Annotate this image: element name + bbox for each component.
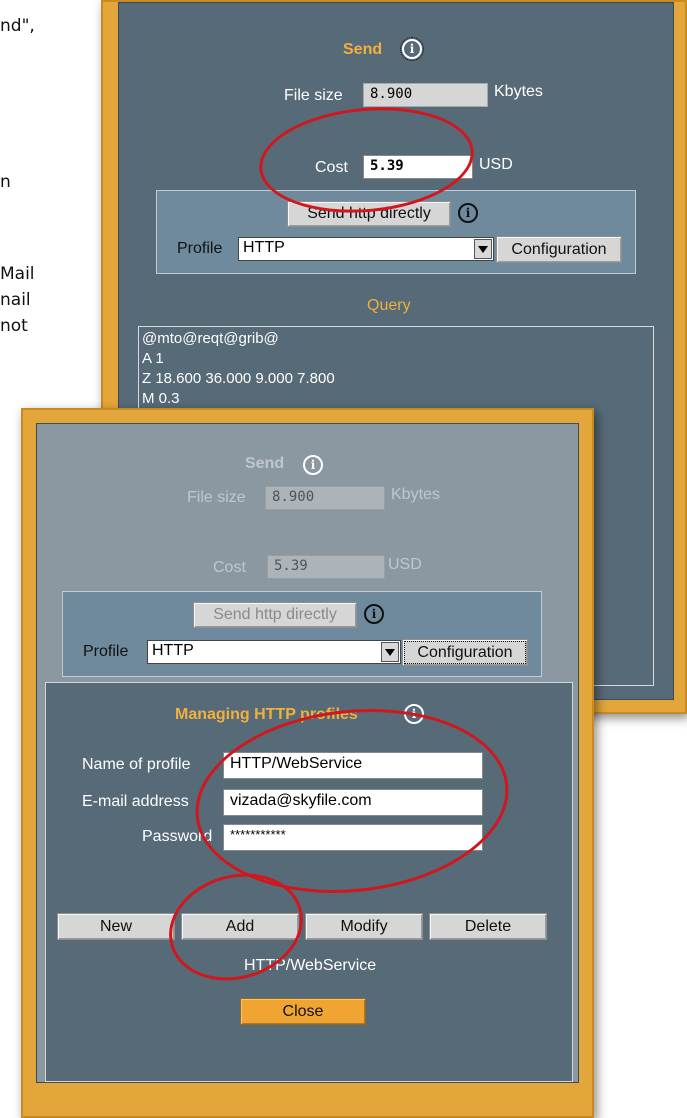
profile-select[interactable]: HTTP	[238, 237, 494, 261]
query-line: Z 18.600 36.000 9.000 7.800	[142, 370, 335, 387]
background-text-2: n	[0, 172, 11, 192]
query-title: Query	[367, 297, 411, 314]
send-http-button[interactable]: Send http directly	[193, 602, 357, 628]
chevron-down-icon[interactable]	[474, 239, 492, 259]
email-field[interactable]: vizada@skyfile.com	[223, 789, 483, 816]
background-text-3: Mail	[0, 264, 35, 284]
send-title: Send	[245, 455, 285, 472]
profile-list-item[interactable]: HTTP/WebService	[244, 957, 376, 975]
file-size-label: File size	[284, 87, 343, 104]
password-label: Password	[142, 828, 213, 845]
background-text-5: not	[0, 316, 28, 336]
query-line: @mto@reqt@grib@	[142, 330, 279, 347]
info-icon[interactable]: i	[400, 37, 424, 61]
info-icon[interactable]: i	[458, 203, 478, 223]
close-button[interactable]: Close	[240, 998, 366, 1025]
email-label: E-mail address	[82, 793, 189, 810]
file-size-unit: Kbytes	[391, 486, 440, 503]
background-text-4: nail	[0, 290, 31, 310]
file-size-unit: Kbytes	[494, 83, 543, 100]
profile-name-field[interactable]: HTTP/WebService	[223, 752, 483, 779]
add-button[interactable]: Add	[181, 913, 299, 940]
profile-select[interactable]: HTTP	[147, 640, 401, 664]
file-size-label: File size	[187, 489, 246, 506]
cost-unit: USD	[388, 556, 422, 573]
send-panel: Send http directly i Profile HTTP Config…	[62, 591, 542, 677]
cost-field: 5.39	[267, 555, 385, 579]
manage-profiles-panel: Managing HTTP profiles i Name of profile…	[45, 682, 573, 1082]
delete-button[interactable]: Delete	[429, 913, 547, 940]
profiles-window-body: Send File size 8.900 Kbytes Cost 5.39 US…	[36, 423, 579, 1083]
chevron-down-icon[interactable]	[381, 642, 399, 662]
send-title: Send	[343, 41, 383, 58]
new-button[interactable]: New	[57, 913, 175, 940]
send-panel: Send http directly i Profile HTTP Config…	[156, 190, 636, 274]
profiles-window: Send File size 8.900 Kbytes Cost 5.39 US…	[21, 408, 594, 1118]
info-icon[interactable]: i	[404, 704, 424, 724]
modify-button[interactable]: Modify	[305, 913, 423, 940]
file-size-field: 8.900	[265, 486, 385, 510]
cost-unit: USD	[479, 156, 513, 173]
cost-field[interactable]: 5.39	[363, 155, 473, 179]
profile-select-value: HTTP	[243, 239, 285, 256]
profile-label: Profile	[83, 643, 129, 660]
cost-label: Cost	[315, 159, 348, 176]
cost-label: Cost	[213, 559, 246, 576]
manage-title: Managing HTTP profiles	[175, 706, 358, 723]
send-http-button[interactable]: Send http directly	[287, 201, 451, 227]
info-icon[interactable]: i	[303, 455, 323, 475]
profile-label: Profile	[177, 240, 223, 257]
configuration-button[interactable]: Configuration	[496, 236, 622, 263]
info-icon[interactable]: i	[364, 604, 384, 624]
configuration-button[interactable]: Configuration	[402, 639, 528, 666]
query-line: M 0.3	[142, 390, 180, 407]
profile-select-value: HTTP	[152, 642, 194, 659]
file-size-field: 8.900	[363, 83, 488, 107]
profile-name-label: Name of profile	[82, 756, 191, 773]
background-text-1: nd",	[0, 16, 35, 36]
password-field[interactable]: ***********	[223, 824, 483, 851]
query-line: A 1	[142, 350, 164, 367]
